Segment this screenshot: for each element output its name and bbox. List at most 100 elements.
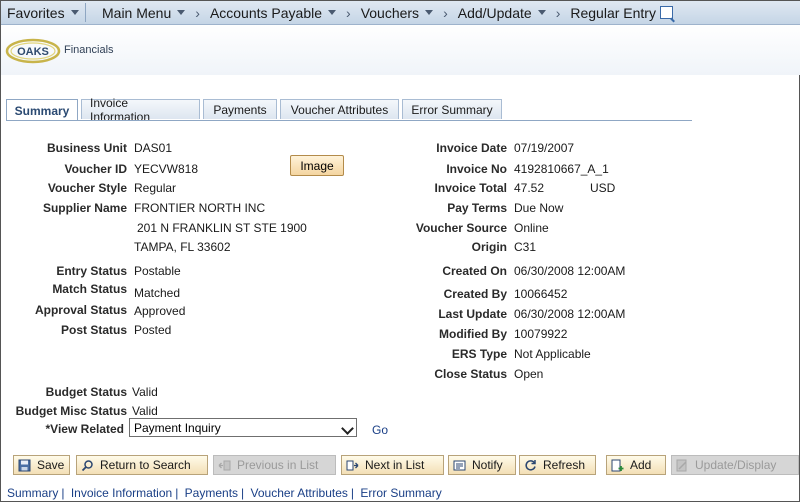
close-status-value: Open: [514, 367, 544, 381]
update-display-button[interactable]: Update/Display: [671, 455, 799, 475]
origin-value: C31: [514, 240, 537, 254]
breadcrumb-label: Accounts Payable: [209, 4, 323, 21]
return-to-search-label: Return to Search: [100, 458, 191, 472]
chevron-down-icon: [341, 422, 354, 435]
voucher-id-label: Voucher ID: [64, 162, 127, 176]
tab-label: Error Summary: [411, 102, 493, 117]
footer-link-error-summary[interactable]: Error Summary: [360, 486, 441, 500]
favorites-menu[interactable]: Favorites: [1, 1, 80, 24]
image-button[interactable]: Image: [290, 155, 344, 176]
supplier-name-label: Supplier Name: [42, 201, 127, 215]
footer-link-separator: |: [61, 486, 65, 500]
breadcrumb-add-update[interactable]: Add/Update: [458, 5, 556, 21]
go-link[interactable]: Go: [372, 423, 388, 437]
favorites-label: Favorites: [7, 4, 65, 21]
business-unit-value: DAS01: [134, 141, 173, 155]
supplier-name-value: FRONTIER NORTH INC: [134, 201, 266, 215]
created-on-value: 06/30/2008 12:00AM: [514, 264, 626, 278]
tab-underline: [6, 120, 692, 121]
search-page-icon[interactable]: [659, 6, 673, 19]
refresh-button[interactable]: Refresh: [519, 455, 596, 475]
refresh-label: Refresh: [543, 458, 586, 472]
tab-payments[interactable]: Payments: [203, 99, 277, 119]
tab-label: Payments: [213, 102, 267, 117]
footer-links: Summary | Invoice Information | Payments | …: [7, 486, 442, 500]
voucher-source-value: Online: [514, 221, 549, 235]
chevron-down-icon: [328, 10, 337, 15]
next-icon: [346, 460, 359, 470]
invoice-total-label: Invoice Total: [434, 181, 507, 195]
modified-by-value: 10079922: [514, 327, 568, 341]
footer-link-invoice-information[interactable]: Invoice Information: [71, 486, 172, 500]
notify-label: Notify: [472, 458, 503, 472]
footer-link-separator: |: [241, 486, 245, 500]
created-by-label: Created By: [443, 287, 507, 301]
brand-banner: OAKS Financials: [1, 25, 800, 75]
next-in-list-label: Next in List: [365, 458, 425, 472]
origin-label: Origin: [471, 240, 507, 254]
modified-by-label: Modified By: [439, 327, 507, 341]
breadcrumb-label: Regular Entry: [570, 4, 656, 21]
return-search-icon: [81, 459, 93, 471]
ers-type-value: Not Applicable: [514, 347, 591, 361]
save-button[interactable]: Save: [13, 455, 70, 475]
breadcrumb-separator-icon: ›: [346, 4, 351, 21]
supplier-address-line1: 201 N FRANKLIN ST STE 1900: [137, 221, 307, 235]
breadcrumb-label: Add/Update: [457, 4, 532, 21]
match-status-label: Match Status: [52, 282, 127, 296]
next-in-list-button[interactable]: Next in List: [341, 455, 444, 475]
breadcrumb-label: Vouchers: [360, 4, 420, 21]
breadcrumb-main-menu[interactable]: Main Menu: [102, 5, 195, 21]
supplier-address-line2: TAMPA, FL 33602: [134, 240, 231, 254]
update-display-label: Update/Display: [695, 458, 777, 472]
invoice-date-value: 07/19/2007: [514, 141, 575, 155]
save-button-label: Save: [37, 458, 65, 472]
created-by-value: 10066452: [514, 287, 568, 301]
view-related-select[interactable]: Payment Inquiry: [129, 418, 357, 437]
last-update-label: Last Update: [438, 307, 507, 321]
previous-in-list-button[interactable]: Previous in List: [213, 455, 336, 475]
footer-link-separator: |: [175, 486, 179, 500]
chevron-down-icon: [177, 10, 186, 15]
budget-status-label: Budget Status: [45, 385, 127, 399]
breadcrumb-accounts-payable[interactable]: Accounts Payable: [210, 5, 346, 21]
top-navigation-bar: Favorites Main Menu › Accounts Payable ›…: [1, 1, 800, 25]
close-status-label: Close Status: [434, 367, 507, 381]
previous-in-list-label: Previous in List: [237, 458, 319, 472]
tab-invoice-information[interactable]: Invoice Information: [81, 96, 200, 124]
footer-link-summary[interactable]: Summary: [7, 486, 58, 500]
footer-link-separator: |: [350, 486, 355, 500]
breadcrumb-label: Main Menu: [102, 4, 172, 21]
return-to-search-button[interactable]: Return to Search: [76, 455, 208, 475]
voucher-style-label: Voucher Style: [47, 181, 127, 195]
budget-misc-status-value: Valid: [132, 404, 158, 418]
tab-summary[interactable]: Summary: [6, 99, 78, 121]
logo-text: OAKS: [17, 46, 49, 58]
add-button[interactable]: Add: [606, 455, 666, 475]
invoice-currency: USD: [590, 181, 616, 195]
breadcrumb-separator-icon: ›: [443, 4, 448, 21]
view-related-selected-value: Payment Inquiry: [134, 420, 221, 435]
pay-terms-value: Due Now: [514, 201, 564, 215]
invoice-date-label: Invoice Date: [436, 141, 507, 155]
footer-link-payments[interactable]: Payments: [185, 486, 238, 500]
post-status-label: Post Status: [60, 323, 127, 337]
tab-voucher-attributes[interactable]: Voucher Attributes: [280, 99, 399, 119]
created-on-label: Created On: [442, 264, 507, 278]
notify-icon: [453, 460, 466, 470]
refresh-icon: [525, 459, 536, 471]
budget-status-value: Valid: [132, 385, 158, 399]
oaks-logo: OAKS: [5, 38, 61, 64]
invoice-no-label: Invoice No: [446, 162, 507, 176]
tab-error-summary[interactable]: Error Summary: [402, 99, 502, 119]
tab-label: Summary: [14, 103, 70, 118]
footer-link-voucher-attributes[interactable]: Voucher Attributes: [251, 486, 348, 500]
invoice-total-value: 47.52: [514, 181, 545, 195]
breadcrumb-vouchers[interactable]: Vouchers: [361, 5, 443, 21]
invoice-no-value: 4192810667_A_1: [514, 162, 609, 176]
breadcrumb-separator-icon: ›: [555, 4, 561, 21]
product-name: Financials: [64, 44, 114, 56]
notify-button[interactable]: Notify: [448, 455, 516, 475]
match-status-value: Matched: [134, 286, 181, 300]
update-display-icon: [676, 459, 687, 471]
